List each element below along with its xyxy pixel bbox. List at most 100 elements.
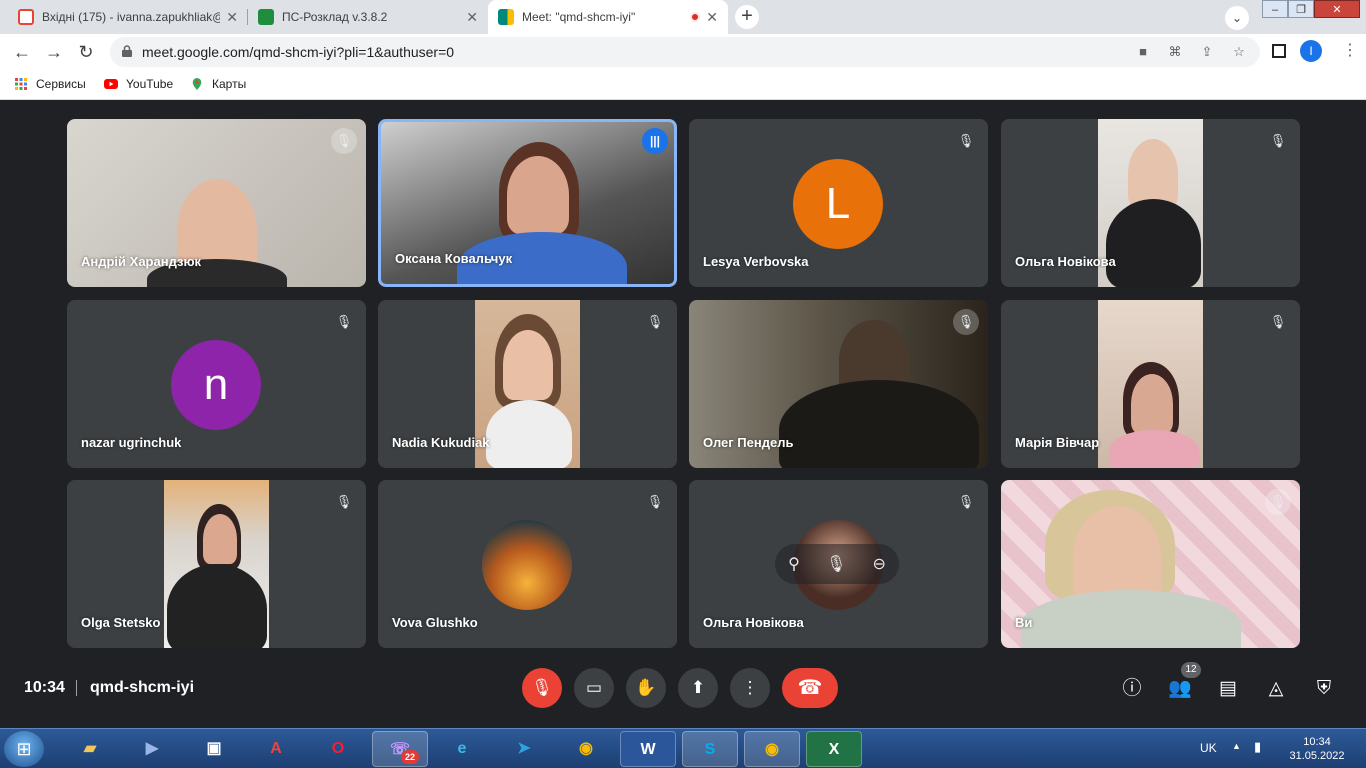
pin-icon[interactable]: ⚲ bbox=[788, 554, 800, 574]
more-options-button[interactable]: ⋮ bbox=[730, 668, 770, 708]
participant-avatar: L bbox=[793, 159, 883, 249]
participant-tile[interactable]: L 🎙 Lesya Verbovska bbox=[689, 119, 988, 287]
viber-badge: 22 bbox=[401, 750, 419, 764]
opera-icon[interactable]: O bbox=[310, 731, 366, 767]
address-bar[interactable]: meet.google.com/qmd-shcm-iyi?pli=1&authu… bbox=[110, 37, 1260, 67]
share-icon[interactable]: ⇪ bbox=[1199, 44, 1215, 60]
activities-icon[interactable]: ◬ bbox=[1261, 674, 1291, 704]
media-icon[interactable]: ▶ bbox=[124, 731, 180, 767]
participant-grid: 🎙 Андрій Харандзюк ||| Оксана Ковальчук … bbox=[0, 100, 1366, 660]
lock-icon bbox=[122, 45, 132, 57]
chat-icon[interactable]: ▤ bbox=[1213, 674, 1243, 704]
participant-tile[interactable]: ||| Оксана Ковальчук bbox=[378, 119, 677, 287]
close-icon[interactable]: ✕ bbox=[706, 9, 718, 26]
forward-button[interactable]: → bbox=[42, 40, 66, 64]
participant-tile[interactable]: 🎙 Ольга Новікова bbox=[1001, 119, 1300, 287]
viber-icon[interactable]: ☏ 22 bbox=[372, 731, 428, 767]
close-icon[interactable]: ✕ bbox=[226, 9, 238, 26]
reload-button[interactable]: ↻ bbox=[74, 40, 98, 64]
participant-tile[interactable]: 🎙 Olga Stetsko bbox=[67, 480, 366, 648]
tab-schedule[interactable]: ПС-Розклад v.3.8.2 ✕ bbox=[248, 0, 488, 34]
camera-toggle-button[interactable]: ▭ bbox=[574, 668, 614, 708]
mic-off-icon: 🎙 bbox=[953, 309, 979, 335]
close-window-button[interactable]: ✕ bbox=[1314, 0, 1360, 18]
meeting-details-icon[interactable]: ⓘ bbox=[1117, 674, 1147, 704]
people-icon[interactable]: 👥 bbox=[1165, 674, 1195, 704]
gmail-icon bbox=[18, 9, 34, 25]
participant-tile[interactable]: 🎙 Nadia Kukudiak bbox=[378, 300, 677, 468]
bookmark-star-icon[interactable]: ☆ bbox=[1231, 44, 1247, 60]
system-clock[interactable]: 10:34 31.05.2022 bbox=[1282, 735, 1352, 763]
remove-participant-icon[interactable]: ⊖ bbox=[873, 554, 886, 574]
excel-icon[interactable]: X bbox=[806, 731, 862, 767]
participant-name: Андрій Харандзюк bbox=[81, 254, 202, 269]
participant-name: Ольга Новікова bbox=[703, 615, 804, 630]
participant-tile[interactable]: 🎙 Марія Вівчар bbox=[1001, 300, 1300, 468]
pdf-icon[interactable]: A bbox=[248, 731, 304, 767]
participant-name: Олег Пендель bbox=[703, 435, 794, 450]
end-call-button[interactable]: ☎ bbox=[782, 668, 838, 708]
skype-icon[interactable]: S bbox=[682, 731, 738, 767]
network-icon[interactable]: ▮ bbox=[1254, 739, 1261, 755]
participant-tile[interactable]: 🎙 Ви bbox=[1001, 480, 1300, 648]
recording-icon bbox=[690, 12, 701, 22]
chrome-active-icon[interactable]: ◉ bbox=[744, 731, 800, 767]
edge-icon[interactable]: e bbox=[434, 731, 490, 767]
participant-tile[interactable]: n 🎙 nazar ugrinchuk bbox=[67, 300, 366, 468]
bookmark-services[interactable]: Сервисы bbox=[14, 77, 86, 91]
tab-strip: Вхідні (175) - ivanna.zapukhliak@ ✕ ПС-Р… bbox=[0, 0, 1366, 34]
participant-tile[interactable]: 🎙 Vova Glushko bbox=[378, 480, 677, 648]
chrome-icon[interactable]: ◉ bbox=[558, 731, 614, 767]
telegram-icon[interactable]: ➤ bbox=[496, 731, 552, 767]
minimize-button[interactable]: – bbox=[1262, 0, 1288, 18]
tray-expand-icon[interactable]: ▲ bbox=[1232, 741, 1241, 751]
meeting-controls-bar: 10:34 qmd-shcm-iyi 🎙 ▭ ✋ ⬆ ⋮ ☎ ⓘ 👥 12 ▤ … bbox=[0, 660, 1366, 728]
tab-meet[interactable]: Meet: "qmd-shcm-iyi" ✕ bbox=[488, 0, 728, 34]
new-tab-button[interactable]: + bbox=[735, 5, 759, 29]
explorer-icon[interactable]: ▰ bbox=[62, 731, 118, 767]
camera-icon[interactable]: ■ bbox=[1135, 44, 1151, 60]
profile-avatar[interactable]: I bbox=[1300, 40, 1322, 62]
mic-off-icon: 🎙 bbox=[1265, 489, 1291, 515]
floppy-save-icon[interactable]: ▣ bbox=[186, 731, 242, 767]
mic-off-icon: 🎙 bbox=[1265, 309, 1291, 335]
raise-hand-button[interactable]: ✋ bbox=[626, 668, 666, 708]
participant-tile[interactable]: 🎙 Олег Пендель bbox=[689, 300, 988, 468]
mic-off-icon: 🎙 bbox=[1265, 128, 1291, 154]
present-screen-button[interactable]: ⬆ bbox=[678, 668, 718, 708]
participant-name: Ольга Новікова bbox=[1015, 254, 1116, 269]
browser-toolbar: ← → ↻ meet.google.com/qmd-shcm-iyi?pli=1… bbox=[0, 34, 1366, 70]
bookmark-label: Карты bbox=[212, 77, 247, 91]
host-controls-icon[interactable]: ⛨ bbox=[1309, 674, 1339, 704]
mic-off-icon: 🎙 bbox=[331, 489, 357, 515]
translate-icon[interactable]: ⌘ bbox=[1167, 44, 1183, 60]
close-icon[interactable]: ✕ bbox=[466, 9, 478, 26]
tab-gmail[interactable]: Вхідні (175) - ivanna.zapukhliak@ ✕ bbox=[8, 0, 248, 34]
maximize-button[interactable]: ❐ bbox=[1288, 0, 1314, 18]
word-icon[interactable]: W bbox=[620, 731, 676, 767]
mute-participant-icon[interactable]: 🎙 bbox=[826, 554, 846, 574]
start-button[interactable]: ⊞ bbox=[4, 731, 44, 767]
browser-menu-icon[interactable]: ⋮ bbox=[1342, 40, 1358, 60]
bookmark-youtube[interactable]: YouTube bbox=[104, 77, 173, 91]
windows-taskbar: ⊞ ▰ ▶ ▣ A O ☏ 22 e ➤ ◉ W S ◉ X UK ▲ ▮ 10:… bbox=[0, 728, 1366, 768]
maps-pin-icon bbox=[192, 78, 202, 90]
participant-tile[interactable]: ⚲ 🎙 ⊖ 🎙 Ольга Новікова bbox=[689, 480, 988, 648]
youtube-icon bbox=[104, 79, 118, 89]
side-panel-icon[interactable] bbox=[1272, 44, 1286, 58]
bookmark-maps[interactable]: Карты bbox=[190, 77, 246, 91]
bookmark-label: YouTube bbox=[126, 77, 174, 91]
mic-off-icon: 🎙 bbox=[642, 489, 668, 515]
participant-name: Марія Вівчар bbox=[1015, 435, 1100, 450]
mic-off-icon: 🎙 bbox=[642, 309, 668, 335]
bookmarks-bar: Сервисы YouTube Карты bbox=[0, 70, 1366, 100]
mic-toggle-button[interactable]: 🎙 bbox=[522, 668, 562, 708]
participants-count-badge: 12 bbox=[1181, 662, 1201, 678]
back-button[interactable]: ← bbox=[10, 40, 34, 64]
language-indicator[interactable]: UK bbox=[1200, 741, 1217, 755]
participant-name: nazar ugrinchuk bbox=[81, 435, 182, 450]
mic-off-icon: 🎙 bbox=[331, 128, 357, 154]
meeting-code: qmd-shcm-iyi bbox=[90, 679, 195, 696]
participant-tile[interactable]: 🎙 Андрій Харандзюк bbox=[67, 119, 366, 287]
tab-search-button[interactable]: ⌄ bbox=[1225, 6, 1249, 30]
